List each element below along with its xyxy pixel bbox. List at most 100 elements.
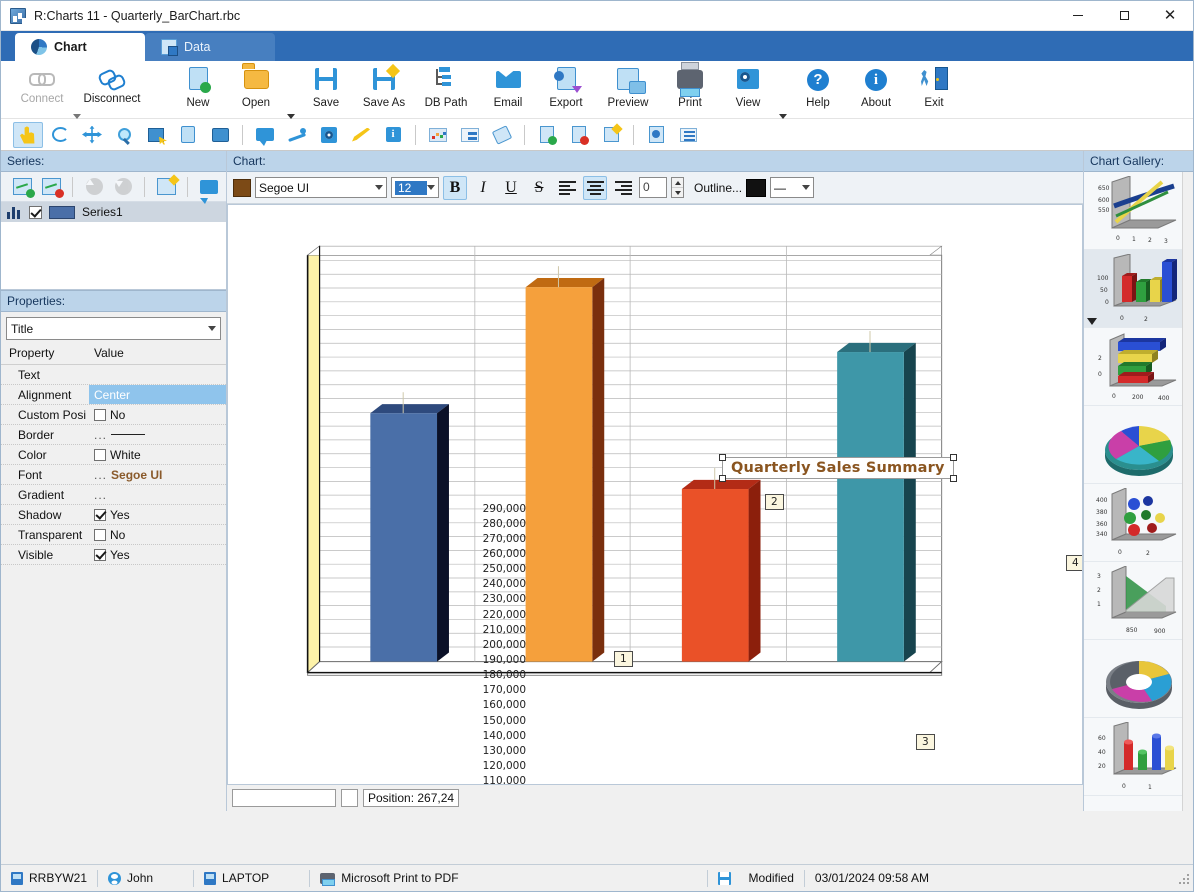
tool-tag-label[interactable] <box>487 122 517 148</box>
tool-page[interactable] <box>173 122 203 148</box>
open-dropdown-caret-icon[interactable] <box>287 114 295 119</box>
property-row-visible[interactable]: Visible Yes <box>1 545 226 565</box>
ellipsis-button[interactable]: ... <box>94 468 107 482</box>
toolbar-exit[interactable]: Exit <box>905 63 963 119</box>
tool-report[interactable] <box>641 122 671 148</box>
property-value[interactable]: Yes <box>89 548 226 562</box>
rotation-angle-input[interactable]: 0 <box>639 177 667 198</box>
align-center-button[interactable] <box>583 175 607 200</box>
property-row-gradient[interactable]: Gradient ... <box>1 485 226 505</box>
toolbar-email[interactable]: Email <box>479 63 537 119</box>
tool-target-eye[interactable] <box>314 122 344 148</box>
toolbar-save[interactable]: Save <box>297 63 355 119</box>
property-object-select[interactable]: Title <box>6 317 221 340</box>
tool-highlighter[interactable] <box>346 122 376 148</box>
tab-data[interactable]: Data <box>145 33 275 61</box>
delete-series-button[interactable] <box>38 175 64 199</box>
gallery-item-3d-bar[interactable]: 100 50 0 0 2 <box>1084 250 1193 328</box>
rotation-angle-spinner[interactable] <box>671 177 684 198</box>
add-series-button[interactable] <box>9 175 35 199</box>
resize-handle-tl[interactable] <box>719 454 726 461</box>
series-list-item[interactable]: Series1 <box>1 202 226 222</box>
gallery-list[interactable]: 650 600 550 0 1 2 3 100 50 0 0 2 2 0 0 2… <box>1084 172 1193 811</box>
chart-canvas[interactable]: 290,000 280,000 270,000 260,000 250,000 … <box>227 204 1083 785</box>
chart-text-input[interactable] <box>232 789 336 807</box>
data-point-callout[interactable]: 2 <box>765 494 784 510</box>
font-family-select[interactable]: Segoe UI <box>255 177 387 198</box>
property-row-color[interactable]: Color White <box>1 445 226 465</box>
text-color-swatch[interactable] <box>233 178 251 197</box>
property-value[interactable]: Yes <box>89 508 226 522</box>
align-left-button[interactable] <box>555 176 579 200</box>
tool-legend-style[interactable] <box>455 122 485 148</box>
edit-series-button[interactable] <box>153 175 179 199</box>
line-style-select[interactable]: — <box>770 177 815 198</box>
view-dropdown-caret-icon[interactable] <box>779 114 787 119</box>
tool-grid-style[interactable] <box>423 122 453 148</box>
property-value[interactable]: No <box>89 528 226 542</box>
move-series-up-button[interactable] <box>81 175 107 199</box>
italic-button[interactable]: I <box>471 176 495 200</box>
data-point-callout[interactable]: 3 <box>916 734 935 750</box>
series-balloon-button[interactable] <box>196 175 222 199</box>
toolbar-print[interactable]: Print <box>661 63 719 119</box>
tool-panel[interactable] <box>205 122 235 148</box>
toolbar-new[interactable]: + New <box>169 63 227 119</box>
property-row-custom-position[interactable]: Custom Posi No <box>1 405 226 425</box>
gallery-item-3d-horizontal-bar[interactable]: 2 0 0 200 400 <box>1084 328 1193 406</box>
transparent-checkbox[interactable] <box>94 528 106 541</box>
gallery-item-3d-scatter[interactable]: 400 380 360 340 0 2 <box>1084 484 1193 562</box>
toolbar-about[interactable]: i About <box>847 63 905 119</box>
property-value[interactable]: ... Segoe UI <box>89 468 226 482</box>
series-list[interactable]: Series1 <box>1 202 226 290</box>
toolbar-open[interactable]: Open <box>227 63 285 119</box>
resize-handle-br[interactable] <box>949 475 957 482</box>
spinner-down-icon[interactable] <box>672 188 683 197</box>
toolbar-save-as[interactable]: Save As <box>355 63 413 119</box>
ellipsis-button[interactable]: ... <box>94 428 107 442</box>
tool-depth[interactable] <box>141 122 171 148</box>
gallery-item-3d-line[interactable]: 650 600 550 0 1 2 3 <box>1084 172 1193 250</box>
toolbar-db-path[interactable]: DB Path <box>413 63 479 119</box>
resize-grip-icon[interactable] <box>1177 872 1189 884</box>
custom-position-checkbox[interactable] <box>94 408 106 421</box>
chart-small-input[interactable] <box>341 789 358 807</box>
tool-curve-point[interactable] <box>282 122 312 148</box>
property-row-text[interactable]: Text <box>1 365 226 385</box>
toolbar-connect[interactable]: Connect <box>13 63 71 119</box>
toolbar-export[interactable]: Export <box>537 63 595 119</box>
connect-dropdown-caret-icon[interactable] <box>73 114 81 119</box>
gallery-item-3d-area[interactable]: 3 2 1 850 900 <box>1084 562 1193 640</box>
tool-delete-record[interactable] <box>564 122 594 148</box>
tool-edit-record[interactable] <box>596 122 626 148</box>
underline-button[interactable]: U <box>499 176 523 200</box>
tab-chart[interactable]: Chart <box>15 33 145 61</box>
tool-rotate[interactable] <box>45 122 75 148</box>
series-visible-checkbox[interactable] <box>29 205 42 219</box>
toolbar-help[interactable]: ? Help <box>789 63 847 119</box>
property-value[interactable]: ... <box>89 488 226 502</box>
outline-color-swatch[interactable] <box>746 178 767 197</box>
outline-label[interactable]: Outline... <box>694 181 742 195</box>
color-checkbox[interactable] <box>94 448 106 461</box>
property-row-alignment[interactable]: Alignment Center <box>1 385 226 405</box>
toolbar-preview[interactable]: Preview <box>595 63 661 119</box>
series-color-swatch[interactable] <box>49 205 75 219</box>
tool-annotation[interactable] <box>250 122 280 148</box>
move-series-down-button[interactable] <box>110 175 136 199</box>
ellipsis-button[interactable]: ... <box>94 488 107 502</box>
spinner-up-icon[interactable] <box>672 178 683 188</box>
strikethrough-button[interactable]: S <box>527 176 551 200</box>
scroll-down-arrow-icon[interactable] <box>1087 318 1097 325</box>
minimize-button[interactable] <box>1055 1 1101 30</box>
font-size-select[interactable]: 12 <box>391 177 439 198</box>
property-row-border[interactable]: Border ... <box>1 425 226 445</box>
toolbar-disconnect[interactable]: Disconnect <box>83 63 141 119</box>
gallery-scrollbar[interactable] <box>1182 172 1193 811</box>
gallery-item-3d-donut[interactable] <box>1084 640 1193 718</box>
tool-zoom[interactable] <box>109 122 139 148</box>
resize-handle-bl[interactable] <box>719 475 726 482</box>
tool-info[interactable]: i <box>378 122 408 148</box>
property-value[interactable]: No <box>89 408 226 422</box>
tool-move[interactable] <box>77 122 107 148</box>
